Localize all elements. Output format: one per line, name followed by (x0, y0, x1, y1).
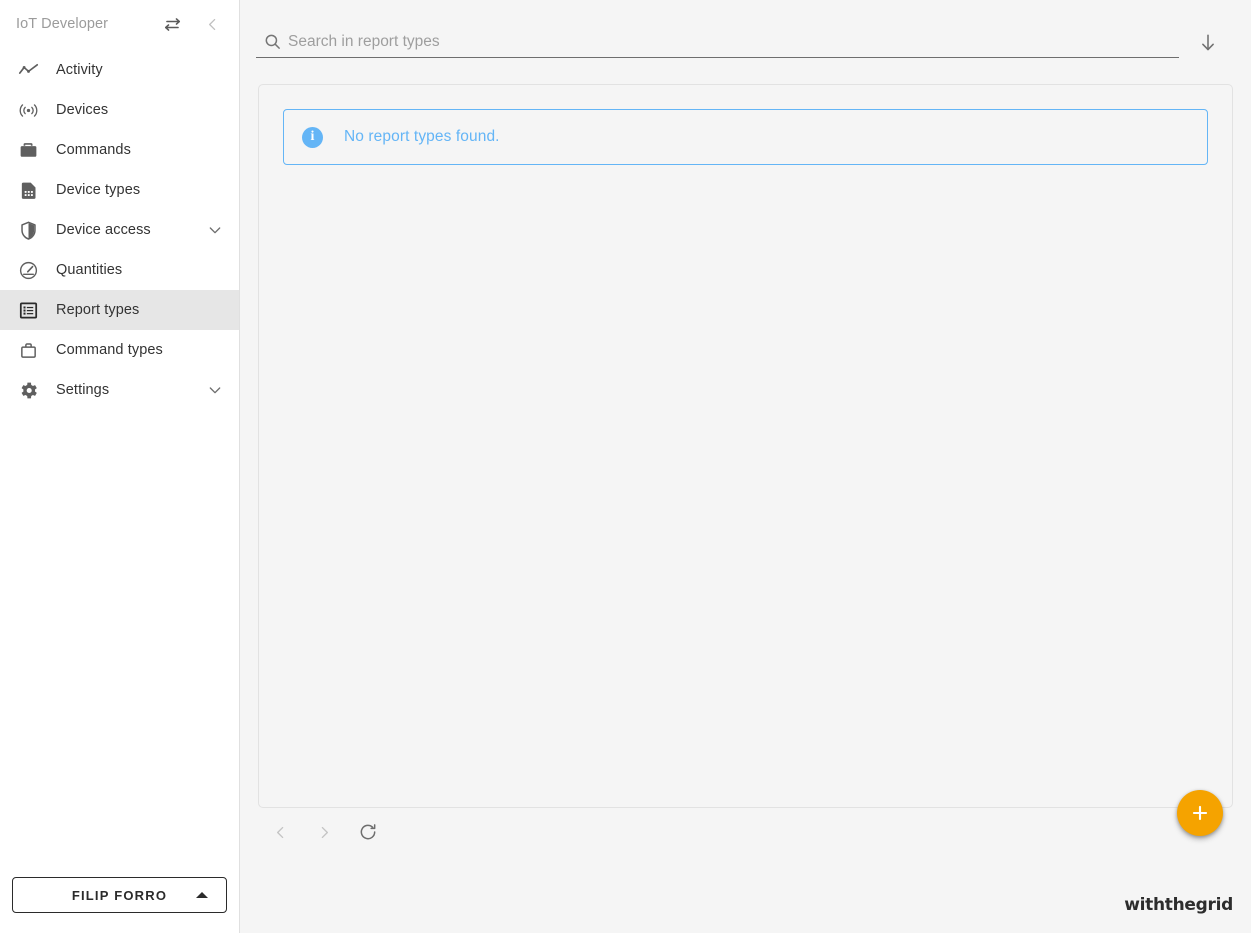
chevron-down-icon[interactable] (205, 380, 225, 400)
sidebar-item-label: Command types (56, 342, 225, 358)
gear-icon (0, 380, 56, 401)
sidebar-item-activity[interactable]: Activity (0, 50, 239, 90)
sidebar-collapse-chevron-left-icon[interactable] (199, 11, 225, 37)
user-account-label: FILIP FORRO (72, 888, 167, 903)
list-box-icon (0, 300, 56, 321)
sidebar-item-label: Quantities (56, 262, 225, 278)
empty-state-alert: i No report types found. (283, 109, 1208, 165)
caret-up-icon (196, 892, 208, 898)
sidebar-header: IoT Developer (0, 0, 239, 48)
broadcast-signal-icon (0, 100, 56, 121)
sidebar-item-commands[interactable]: Commands (0, 130, 239, 170)
user-account-button[interactable]: FILIP FORRO (12, 877, 227, 913)
sidebar-item-devices[interactable]: Devices (0, 90, 239, 130)
sidebar-item-device-types[interactable]: Device types (0, 170, 239, 210)
withthegrid-logo: withthegrid (1124, 895, 1233, 915)
briefcase-outline-icon (0, 340, 56, 361)
main-footer: withthegrid (240, 856, 1251, 933)
sidebar-item-label: Settings (56, 382, 205, 398)
search-input[interactable] (288, 30, 1179, 54)
pagination-controls (240, 808, 1251, 856)
shield-half-icon (0, 220, 56, 241)
pagination-previous-chevron-left-icon[interactable] (266, 818, 294, 846)
sidebar-item-report-types[interactable]: Report types (0, 290, 239, 330)
empty-state-message: No report types found. (344, 128, 500, 146)
sidebar-item-device-access[interactable]: Device access (0, 210, 239, 250)
gauge-icon (0, 260, 56, 281)
search-field[interactable] (256, 28, 1179, 58)
search-icon (256, 32, 288, 51)
sim-card-icon (0, 180, 56, 201)
plus-icon (1189, 802, 1211, 824)
sidebar-nav: Activity Devices (0, 50, 239, 410)
info-circle-icon: i (302, 127, 323, 148)
sidebar-item-label: Device types (56, 182, 225, 198)
search-toolbar (240, 0, 1251, 70)
main-content: i No report types found. (240, 0, 1251, 933)
sidebar-item-label: Device access (56, 222, 205, 238)
sidebar-item-settings[interactable]: Settings (0, 370, 239, 410)
briefcase-filled-icon (0, 140, 56, 161)
chevron-down-icon[interactable] (205, 220, 225, 240)
sidebar-spacer (0, 410, 239, 877)
add-report-type-fab[interactable] (1177, 790, 1223, 836)
download-arrow-icon[interactable] (1187, 23, 1229, 63)
sidebar-item-label: Devices (56, 102, 225, 118)
content-panel: i No report types found. (258, 84, 1233, 808)
sidebar-item-label: Activity (56, 62, 225, 78)
sidebar-item-label: Report types (56, 302, 225, 318)
sidebar-item-command-types[interactable]: Command types (0, 330, 239, 370)
sidebar-item-quantities[interactable]: Quantities (0, 250, 239, 290)
sidebar-title: IoT Developer (16, 16, 159, 32)
sidebar-item-label: Commands (56, 142, 225, 158)
swap-horizontal-icon[interactable] (159, 11, 185, 37)
sidebar: IoT Developer (0, 0, 240, 933)
refresh-icon[interactable] (354, 818, 382, 846)
application-root: IoT Developer (0, 0, 1251, 933)
activity-trendline-icon (0, 60, 56, 81)
pagination-next-chevron-right-icon[interactable] (310, 818, 338, 846)
